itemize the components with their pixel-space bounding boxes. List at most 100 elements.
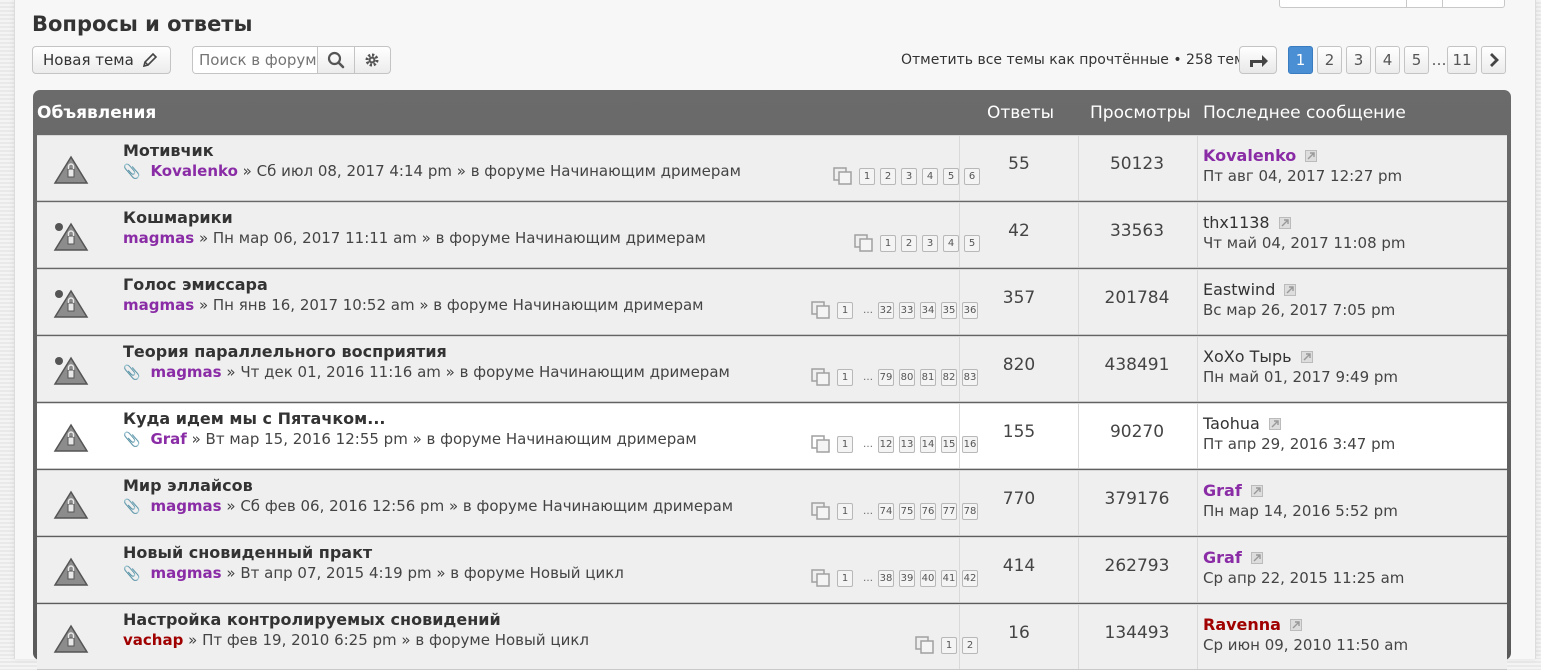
last-post-author[interactable]: thx1138 [1203,213,1270,232]
topic-author[interactable]: magmas [150,497,221,515]
last-post: Eastwind Вс мар 26, 2017 7:05 pm [1203,280,1395,319]
go-to-last-post-icon[interactable] [1300,351,1313,363]
topic-author[interactable]: magmas [150,564,221,582]
topic-page-link[interactable]: 1 [880,234,896,252]
topic-page-link[interactable]: 40 [920,569,936,587]
jump-to-page-button[interactable] [1239,46,1277,74]
topic-page-link[interactable]: 4 [922,167,938,185]
last-post: Graf Ср апр 22, 2015 11:25 am [1203,548,1404,587]
topic-author[interactable]: Kovalenko [150,162,237,180]
topic-page-link[interactable]: 38 [878,569,894,587]
topic-page-link[interactable]: 2 [901,234,917,252]
topic-page-link[interactable]: 1 [837,435,853,453]
replies-count: 16 [959,605,1079,669]
topic-page-link[interactable]: 1 [859,167,875,185]
topic-page-link[interactable]: 13 [899,435,915,453]
last-post-author[interactable]: Taohua [1203,414,1260,433]
topic-page-link[interactable]: 2 [880,167,896,185]
topic-page-link[interactable]: 35 [941,301,957,319]
topic-page-link[interactable]: 75 [899,502,915,520]
topic-title[interactable]: Мотивчик [123,141,214,160]
topic-page-link[interactable]: 33 [899,301,915,319]
topic-page-link[interactable]: 1 [837,301,853,319]
search-button[interactable] [317,47,354,73]
page-5-button[interactable]: 5 [1404,46,1429,74]
topic-author[interactable]: magmas [123,296,194,314]
topic-page-link[interactable]: 3 [901,167,917,185]
last-post-date: Вс мар 26, 2017 7:05 pm [1203,301,1396,319]
topic-page-link[interactable]: 34 [920,301,936,319]
topic-page-link[interactable]: 1 [837,502,853,520]
topic-author[interactable]: vachap [123,631,183,649]
last-post-author[interactable]: Ravenna [1203,615,1281,634]
next-page-button[interactable] [1481,46,1506,74]
last-post-author[interactable]: Graf [1203,481,1242,500]
topic-page-link[interactable]: 3 [922,234,938,252]
last-post-author[interactable]: Kovalenko [1203,146,1296,165]
advanced-search-button[interactable] [353,47,391,73]
topic-author[interactable]: magmas [150,363,221,381]
topic-page-link[interactable]: 12 [878,435,894,453]
go-to-last-post-icon[interactable] [1305,150,1318,162]
topic-page-link[interactable]: 80 [899,368,915,386]
topic-row: Мир эллайсов 📎 magmas » Сб фев 06, 2016 12… [37,470,1507,536]
topic-title[interactable]: Голос эмиссара [123,275,268,294]
go-to-last-post-icon[interactable] [1268,418,1281,430]
topic-page-link[interactable]: 74 [878,502,894,520]
attachment-icon: 📎 [123,365,141,381]
topic-row: Новый сновиденный практ 📎 magmas » Вт апр … [37,537,1507,603]
topic-title[interactable]: Теория параллельного восприятия [123,342,447,361]
topic-status [53,288,89,324]
topic-posted-info: » Вт мар 15, 2016 12:55 pm » в форуме На… [191,430,697,448]
topic-title[interactable]: Кошмарики [123,208,233,227]
topic-author[interactable]: Graf [150,430,186,448]
last-post-author[interactable]: XoXo Тырь [1203,347,1292,366]
attachment-icon: 📎 [123,566,141,582]
last-post-author[interactable]: Eastwind [1203,280,1275,299]
topic-posted-info: » Сб июл 08, 2017 4:14 pm » в форуме Нач… [242,162,741,180]
pages-ellipsis: … [863,371,873,383]
topic-page-link[interactable]: 32 [878,301,894,319]
page-4-button[interactable]: 4 [1375,46,1400,74]
topic-meta: 📎 Kovalenko » Сб июл 08, 2017 4:14 pm » в… [123,162,741,180]
go-to-last-post-icon[interactable] [1278,217,1291,229]
topic-page-link[interactable]: 82 [941,368,957,386]
last-post-author[interactable]: Graf [1203,548,1242,567]
page-3-button[interactable]: 3 [1346,46,1371,74]
topic-page-link[interactable]: 39 [899,569,915,587]
new-topic-button[interactable]: Новая тема [32,46,171,74]
topic-title[interactable]: Мир эллайсов [123,476,253,495]
topic-page-link[interactable]: 4 [943,234,959,252]
topic-title[interactable]: Новый сновиденный практ [123,543,372,562]
topic-pages-icon [854,234,873,252]
table-header: Объявления Ответы Просмотры Последнее со… [37,90,1507,135]
attachment-icon: 📎 [123,432,141,448]
go-to-last-post-icon[interactable] [1289,619,1302,631]
topic-page-link[interactable]: 79 [878,368,894,386]
topic-page-link[interactable]: 5 [943,167,959,185]
page-2-button[interactable]: 2 [1317,46,1342,74]
topic-page-link[interactable]: 15 [941,435,957,453]
topic-posted-info: » Пн мар 06, 2017 11:11 am » в форуме На… [198,229,706,247]
topic-pagination: 1… 12 13 14 15 16 [807,433,983,455]
page-1-button[interactable]: 1 [1288,46,1313,74]
go-to-last-post-icon[interactable] [1250,552,1263,564]
topic-title[interactable]: Куда идем мы с Пятачком... [123,409,385,428]
topic-page-link[interactable]: 14 [920,435,936,453]
topic-page-link[interactable]: 76 [920,502,936,520]
forum-search-input[interactable] [193,47,317,73]
top-search-bar[interactable] [1279,0,1505,8]
page-11-button[interactable]: 11 [1447,46,1477,74]
topic-author[interactable]: magmas [123,229,194,247]
topic-title[interactable]: Настройка контролируемых сновидений [123,610,501,629]
topic-page-link[interactable]: 41 [941,569,957,587]
topic-page-link[interactable]: 1 [837,569,853,587]
topic-page-link[interactable]: 1 [941,636,957,654]
mark-all-read-link[interactable]: Отметить все темы как прочтённые [901,52,1169,68]
go-to-last-post-icon[interactable] [1250,485,1263,497]
topic-icon [53,624,89,653]
topic-page-link[interactable]: 1 [837,368,853,386]
topic-page-link[interactable]: 81 [920,368,936,386]
topic-page-link[interactable]: 77 [941,502,957,520]
go-to-last-post-icon[interactable] [1284,284,1297,296]
